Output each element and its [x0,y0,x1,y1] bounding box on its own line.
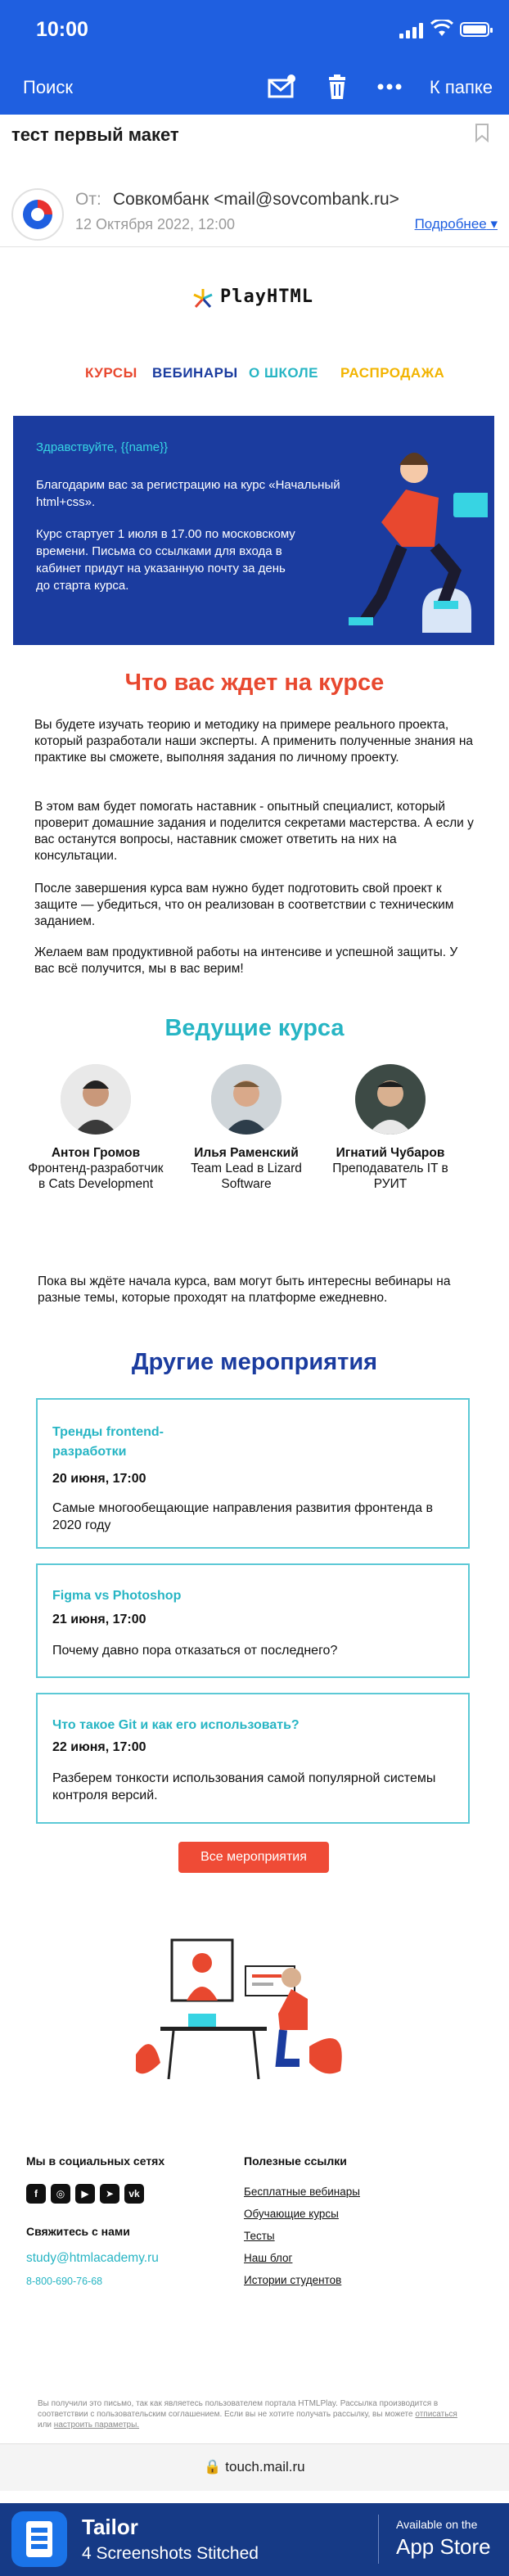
event-title[interactable]: Figma vs Photoshop [52,1586,181,1606]
browser-url-bar[interactable]: 🔒 touch.mail.ru [0,2443,509,2491]
event-date: 20 июня, 17:00 [52,1472,146,1486]
event-text: Самые многообещающие направления развити… [52,1501,433,1532]
mail-subject: тест первый макет [11,124,179,145]
app-name: Tailor [82,2515,138,2539]
url-text: 🔒 touch.mail.ru [204,2459,305,2474]
events-title: Другие мероприятия [131,1349,378,1375]
teacher-role: Фронтенд-разработчик в Cats Development [28,1162,164,1191]
course-text-3: После завершения курса вам нужно будет п… [34,882,454,928]
event-card[interactable]: Что такое Git и как его использовать? 22… [36,1693,470,1824]
teacher-name: Илья Раменский [194,1146,299,1160]
telegram-icon[interactable]: ➤ [100,2184,119,2204]
teacher-name: Антон Громов [51,1146,141,1160]
mark-unread-icon[interactable] [267,72,296,102]
event-text: Почему давно пора отказаться от последне… [52,1644,338,1658]
contact-title: Свяжитесь с нами [26,2225,130,2238]
event-date: 22 июня, 17:00 [52,1740,146,1754]
event-card[interactable]: Figma vs Photoshop 21 июня, 17:00 Почему… [36,1563,470,1678]
app-tagline: 4 Screenshots Stitched [82,2544,259,2563]
contact-email[interactable]: study@htmlacademy.ru [26,2251,159,2266]
menu-about[interactable]: О ШКОЛЕ [249,365,318,381]
menu-courses[interactable]: КУРСЫ [85,365,137,381]
footer-link[interactable]: Тесты [244,2230,275,2242]
signal-icon [399,22,424,38]
mail-date: 12 Октября 2022, 12:00 [75,216,236,232]
event-date: 21 июня, 17:00 [52,1613,146,1626]
events-intro: Пока вы ждёте начала курса, вам могут бы… [38,1274,451,1305]
event-card[interactable]: Тренды frontend-разработки 20 июня, 17:0… [36,1398,470,1549]
hero-illustration [349,453,488,633]
hero-greeting: Здравствуйте, {{name}} [36,440,169,454]
store-name: App Store [396,2534,491,2559]
teachers-title: Ведущие курса [164,1015,345,1041]
hero-text-1: Благодарим вас за регистрацию на курс «Н… [36,478,340,509]
legal-text: Вы получили это письмо, так как являетес… [38,2399,457,2429]
store-caption: Available on the [396,2518,478,2531]
mail-toolbar: Поиск К папке [0,67,509,108]
teacher-photo [61,1064,131,1135]
youtube-icon[interactable]: ▶ [75,2184,95,2204]
tailor-app-icon [11,2511,67,2567]
unsubscribe-link[interactable]: отписаться [415,2410,457,2419]
settings-link[interactable]: настроить параметры. [54,2420,139,2429]
footer-illustration [136,1938,342,2080]
teacher-photo [355,1064,426,1135]
search-button[interactable]: Поиск [23,77,73,98]
sovcombank-logo-icon [23,200,52,229]
logo-star-icon [193,289,213,309]
back-to-folder-button[interactable]: К папке [430,77,493,98]
course-text-1: Вы будете изучать теорию и методику на п… [34,718,473,765]
details-link[interactable]: Подробнее ▾ [415,216,498,232]
logo-text: PlayHTML [220,286,313,307]
teacher-name: Игнатий Чубаров [336,1146,445,1160]
contact-phone[interactable]: 8-800-690-76-68 [26,2276,102,2287]
course-text-2: В этом вам будет помогать наставник - оп… [34,800,474,863]
teacher-card: Илья Раменский Team Lead в Lizard Softwa… [177,1064,316,1192]
teacher-card: Антон Громов Фронтенд-разработчик в Cats… [26,1064,165,1192]
from-label: От: [75,190,101,209]
top-bar: 10:00 Поиск К папке [0,0,509,115]
bookmark-icon[interactable] [475,123,489,142]
footer-link[interactable]: Обучающие курсы [244,2208,339,2220]
event-text: Разберем тонкости использования самой по… [52,1771,436,1802]
event-title[interactable]: Что такое Git и как его использовать? [52,1716,300,1735]
event-title[interactable]: Тренды frontend-разработки [52,1423,208,1462]
social-title: Мы в социальных сетях [26,2154,165,2168]
instagram-icon[interactable]: ◎ [51,2184,70,2204]
footer-link[interactable]: Истории студентов [244,2274,341,2286]
course-text-4: Желаем вам продуктивной работы на интенс… [34,945,458,976]
divider [378,2515,379,2564]
vk-icon[interactable]: vk [124,2184,144,2204]
trash-icon[interactable] [322,72,352,102]
app-banner[interactable]: Tailor 4 Screenshots Stitched Available … [0,2503,509,2576]
teacher-role: Преподаватель IT в РУИТ [332,1162,448,1191]
sender-row: От: Совкомбанк <mail@sovcombank.ru> 12 О… [0,174,509,247]
status-time: 10:00 [36,18,88,41]
sender-avatar [11,188,64,241]
battery-icon [460,22,493,37]
menu-webinars[interactable]: ВЕБИНАРЫ [152,365,238,381]
wifi-icon [430,20,453,36]
footer-link[interactable]: Бесплатные вебинары [244,2186,360,2198]
menu-sale[interactable]: РАСПРОДАЖА [340,365,444,381]
hero-banner: Здравствуйте, {{name}} Благодарим вас за… [13,416,494,645]
links-title: Полезные ссылки [244,2154,347,2168]
more-icon[interactable] [375,72,404,102]
footer-link[interactable]: Наш блог [244,2252,292,2264]
course-title: Что вас ждет на курсе [124,670,385,696]
hero-text-2: Курс стартует 1 июля в 17.00 по московск… [36,527,295,593]
all-events-button[interactable]: Все мероприятия [178,1842,329,1873]
teacher-photo [211,1064,282,1135]
teacher-card: Игнатий Чубаров Преподаватель IT в РУИТ [321,1064,460,1192]
facebook-icon[interactable]: f [26,2184,46,2204]
from-address[interactable]: Совкомбанк <mail@sovcombank.ru> [113,190,399,210]
status-bar: 10:00 [0,0,509,57]
teacher-role: Team Lead в Lizard Software [191,1162,302,1191]
